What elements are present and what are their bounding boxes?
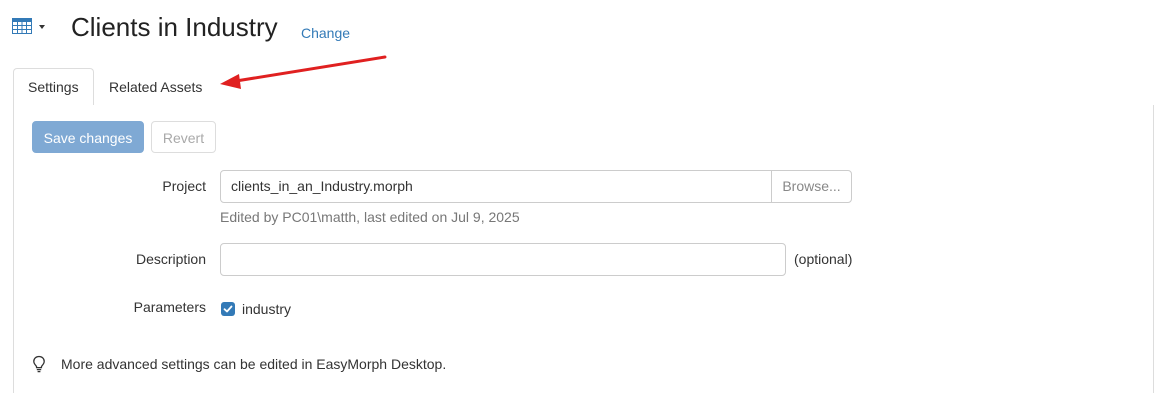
tab-settings[interactable]: Settings [13, 68, 94, 106]
parameters-label: Parameters [133, 299, 206, 315]
tip-text: More advanced settings can be edited in … [61, 356, 447, 372]
description-label: Description [135, 251, 206, 267]
lightbulb-icon [33, 355, 45, 373]
project-label: Project [162, 178, 206, 194]
project-field[interactable]: clients_in_an_Industry.morph [220, 170, 772, 203]
chevron-down-icon [39, 25, 45, 29]
revert-button[interactable]: Revert [151, 121, 216, 153]
industry-parameter-label: industry [242, 301, 292, 317]
optional-hint: (optional) [794, 251, 853, 267]
checkmark-icon [223, 305, 233, 313]
project-edit-info: Edited by PC01\matth, last edited on Jul… [220, 209, 520, 225]
change-link[interactable]: Change [301, 25, 350, 41]
tab-bar: Settings Related Assets [13, 68, 1153, 106]
browse-button[interactable]: Browse... [771, 170, 852, 203]
description-field[interactable] [220, 243, 786, 276]
settings-panel: Save changes Revert Project clients_in_a… [13, 105, 1154, 393]
table-grid-icon [12, 18, 32, 34]
save-changes-button[interactable]: Save changes [32, 121, 144, 153]
tab-related-assets[interactable]: Related Assets [94, 68, 217, 106]
asset-type-dropdown[interactable] [12, 17, 48, 39]
page-title: Clients in Industry [71, 12, 278, 42]
industry-checkbox[interactable] [221, 302, 235, 316]
